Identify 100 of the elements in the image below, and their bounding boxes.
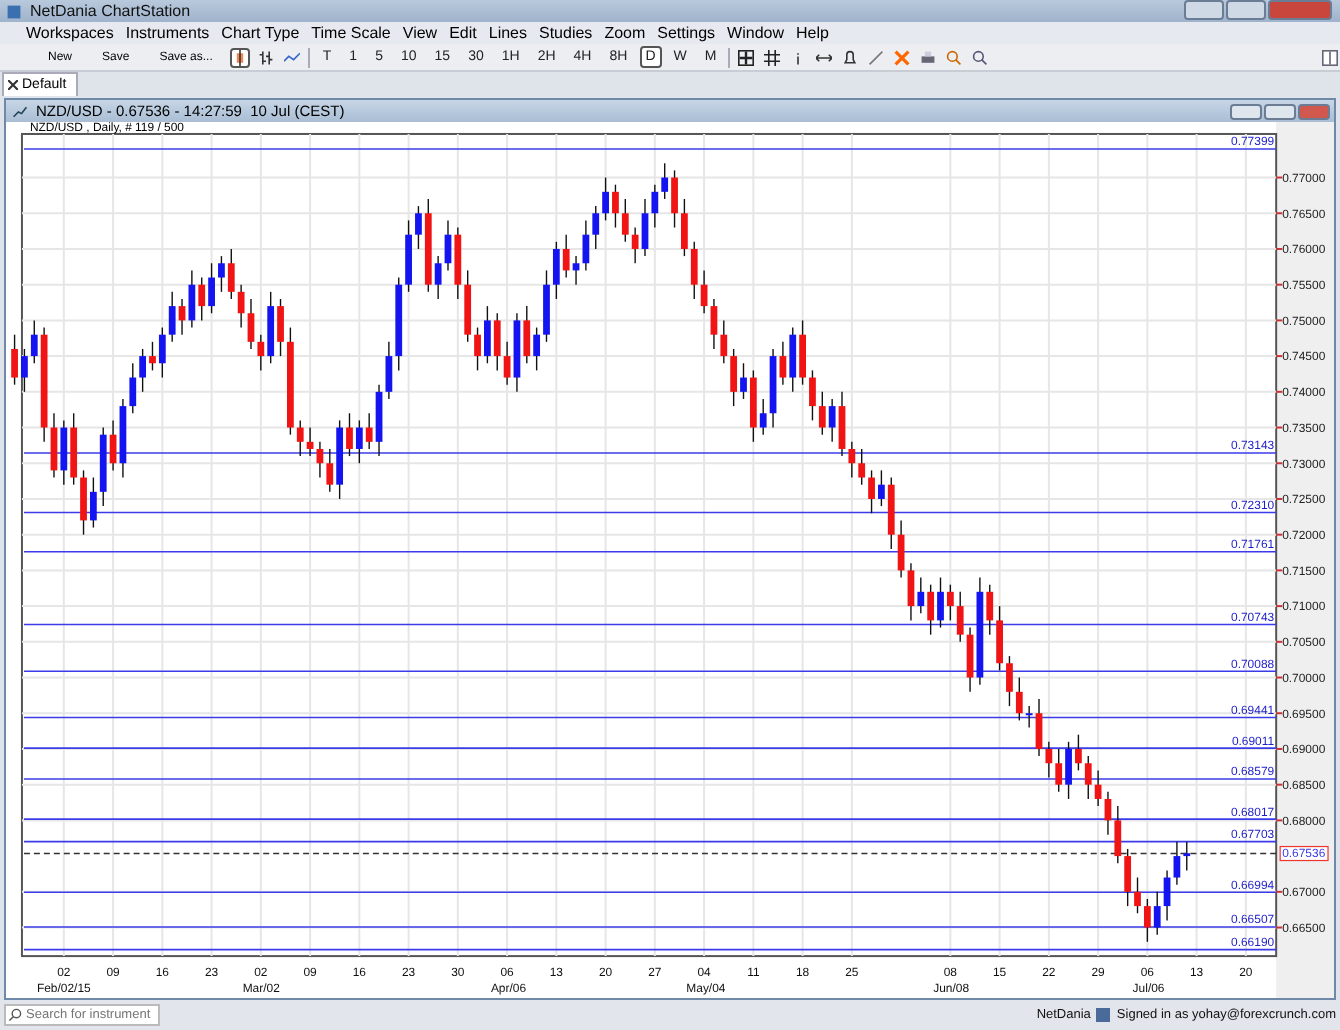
zoom-out-icon[interactable] [970,47,991,67]
maximize-button[interactable] [1226,0,1266,20]
price-line[interactable] [23,716,1277,719]
restore-button[interactable] [1264,103,1296,119]
crosshair-icon[interactable] [736,47,757,67]
close-button[interactable] [1298,103,1330,119]
candlestick [296,419,304,457]
candlestick [671,169,678,229]
candlestick [158,326,166,379]
candlestick [690,241,698,300]
price-line[interactable] [23,891,1277,894]
minimize-button[interactable] [1184,0,1224,20]
candlestick [129,362,137,414]
layout-icon[interactable] [1320,47,1340,67]
candlestick [257,333,265,372]
candlestick [227,248,235,300]
menu-item[interactable]: Settings [657,24,716,42]
candlestick [218,255,225,293]
candlestick [986,583,994,636]
candlestick [277,298,284,357]
menu-item[interactable]: Instruments [125,24,210,42]
candlestick [1055,748,1063,793]
menu-item[interactable]: Help [796,24,829,42]
candle-chart-icon[interactable] [230,47,251,67]
app-icon [4,1,24,21]
candlestick [917,576,925,614]
candlestick [740,362,747,400]
menu-item[interactable]: Studies [539,24,593,42]
candlestick [946,583,954,622]
candlestick [198,276,206,322]
candlestick [799,319,806,386]
candlestick [30,319,38,364]
grid-icon[interactable] [762,47,783,67]
candlestick [484,305,491,364]
menu-item[interactable]: Window [727,24,784,42]
menu-item[interactable]: Edit [449,24,477,42]
candlestick [1153,891,1161,936]
candlestick [602,176,609,222]
candlestick [346,412,353,457]
line-chart-icon[interactable] [282,47,303,67]
candlestick [80,469,87,536]
close-icon[interactable] [8,80,18,90]
candlestick [1124,848,1132,907]
candlestick [21,348,28,393]
candlestick [937,576,944,629]
candlestick [1084,755,1092,800]
candlestick [631,226,639,264]
candlestick [168,291,176,343]
candlestick [621,198,629,243]
minimize-button[interactable] [1230,103,1262,119]
candlestick [1114,805,1122,864]
candlestick [247,298,255,350]
candlestick [730,348,738,407]
menu-item[interactable]: Time Scale [311,24,391,42]
candlestick [848,441,856,479]
bell-icon[interactable] [840,47,861,67]
candlestick [139,348,147,393]
bar-chart-icon[interactable] [256,47,277,67]
candlestick [1006,655,1013,707]
status-icon [1096,1008,1111,1022]
candlestick [533,326,541,372]
candlestick [415,205,422,250]
candlestick [474,326,481,372]
price-line[interactable] [23,623,1277,626]
price-line[interactable] [23,840,1277,843]
candlestick [552,241,560,300]
candlestick [710,298,718,350]
candlestick [1065,741,1072,800]
menu-item[interactable]: Workspaces [26,24,114,42]
candlestick [828,398,836,443]
candlestick [434,255,442,300]
candlestick [612,183,619,229]
candlestick [562,233,570,279]
menu-item[interactable]: View [402,24,438,42]
candlestick [1045,741,1053,779]
delete-icon[interactable] [892,47,913,67]
candlestick [858,448,866,486]
candlestick [1143,898,1151,943]
candlestick [89,476,97,529]
price-line[interactable] [23,670,1277,673]
candlestick [809,369,816,422]
candlestick [355,419,363,464]
menu-item[interactable]: Chart Type [221,24,300,42]
candlestick [878,469,885,507]
candlestick [237,283,245,329]
menu-item[interactable]: Zoom [604,24,646,42]
candlestick [1134,876,1141,914]
price-line[interactable] [23,511,1277,514]
candlestick [1075,733,1082,772]
zoom-in-icon[interactable] [944,47,965,67]
candlestick [779,341,787,386]
candlestick [208,262,215,314]
price-line[interactable] [23,948,1277,951]
candlestick [11,333,18,386]
candlestick [523,305,531,364]
price-line[interactable] [23,550,1277,553]
chart-icon [10,101,30,121]
candlestick [651,183,659,229]
menu-item[interactable]: Lines [488,24,527,42]
candlestick [868,469,875,514]
